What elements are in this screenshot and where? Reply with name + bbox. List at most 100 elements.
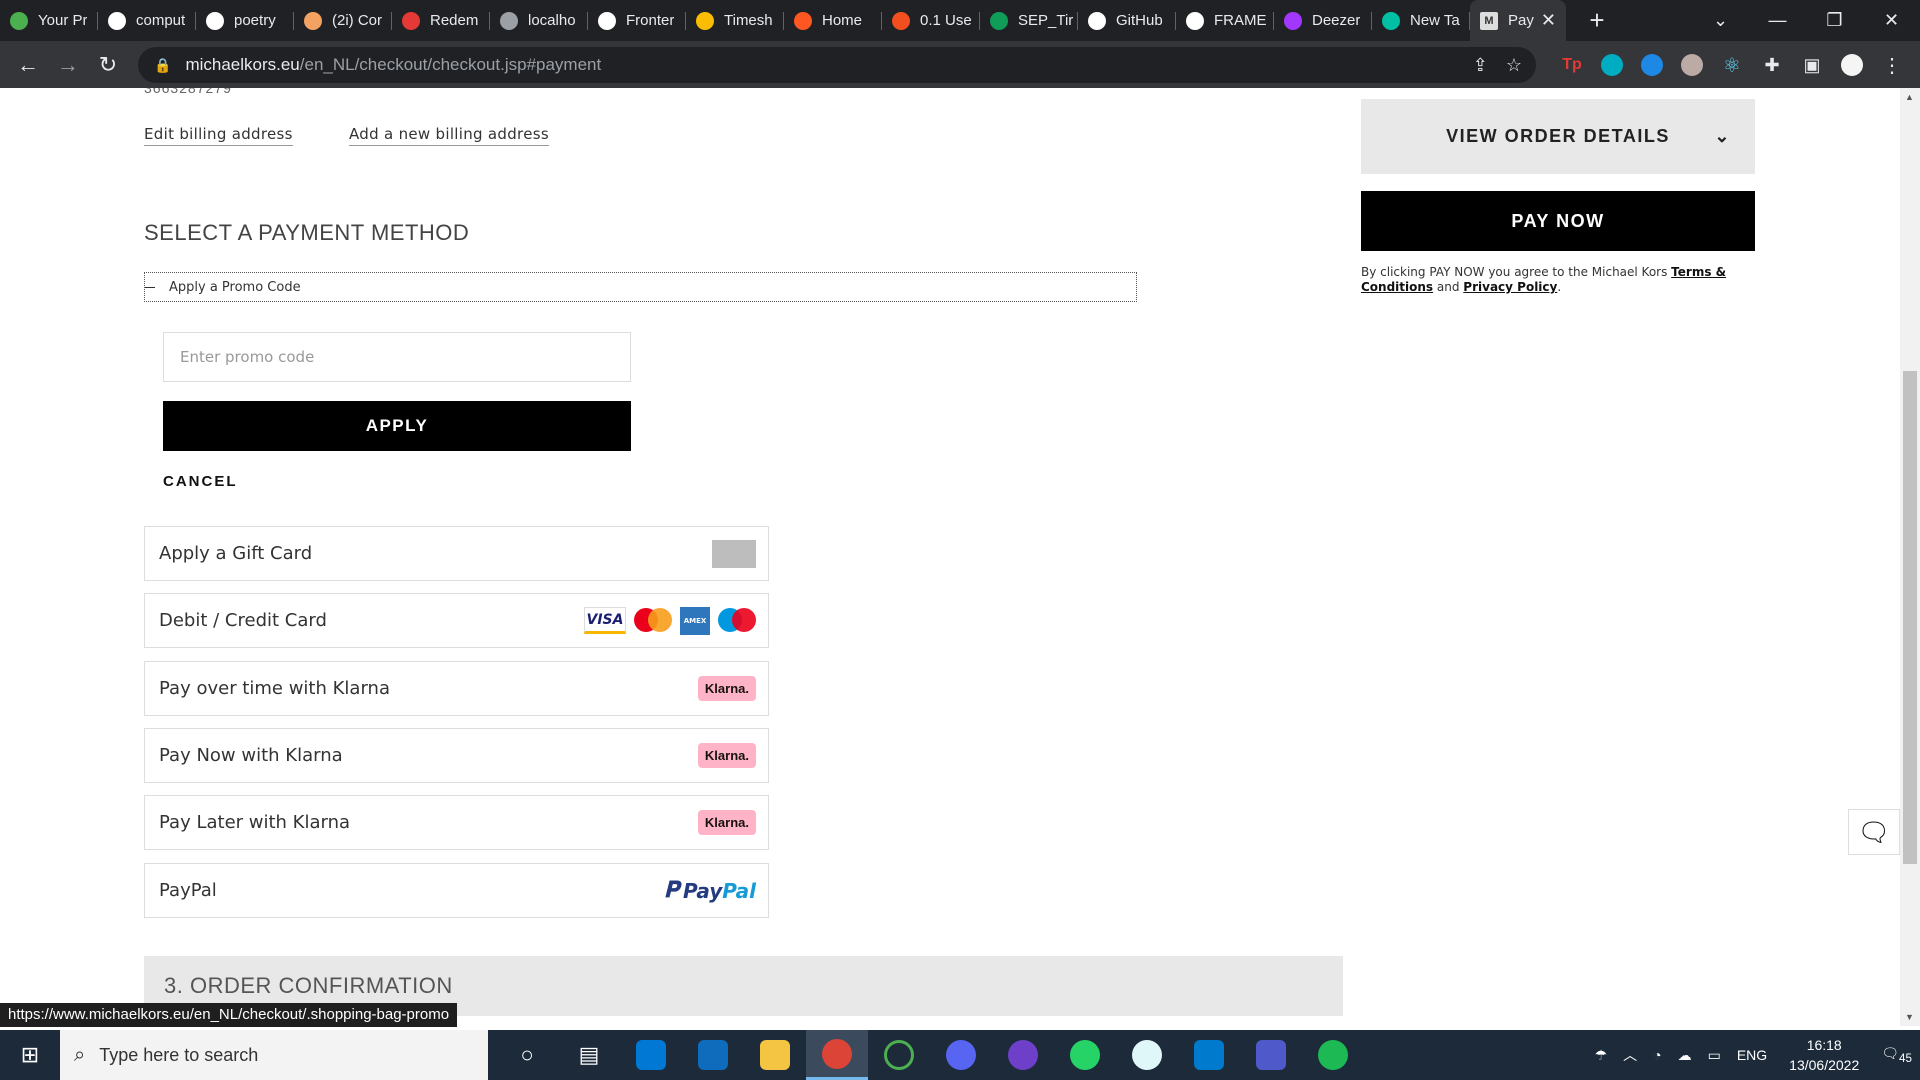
browser-tab[interactable]: SEP_Tir — [980, 0, 1078, 41]
calendar-icon[interactable] — [620, 1030, 682, 1080]
language-indicator[interactable]: ENG — [1737, 1047, 1767, 1063]
teams-icon[interactable] — [1240, 1030, 1302, 1080]
extensions-puzzle-icon[interactable]: ✚ — [1752, 55, 1792, 76]
extension-react-icon[interactable]: ⚛ — [1712, 53, 1752, 78]
whatsapp-icon[interactable] — [1054, 1030, 1116, 1080]
add-billing-address-link[interactable]: Add a new billing address — [349, 125, 549, 146]
bookmark-star-icon[interactable]: ☆ — [1506, 55, 1522, 76]
browser-tab[interactable]: poetry — [196, 0, 294, 41]
tab-title: Home — [822, 12, 863, 29]
browser-tab[interactable]: New Ta — [1372, 0, 1470, 41]
network-icon[interactable]: ◔ — [1653, 1047, 1661, 1063]
payment-method-klarna-now[interactable]: Pay Now with Klarna Klarna. — [144, 728, 769, 783]
page-content: 3663287279 Edit billing address Add a ne… — [0, 88, 1920, 1026]
share-icon[interactable]: ⇪ — [1473, 55, 1488, 76]
tab-search-icon[interactable]: ⌄ — [1692, 10, 1749, 31]
edit-billing-address-link[interactable]: Edit billing address — [144, 125, 293, 146]
tray-chevron-icon[interactable]: ︿ — [1623, 1045, 1637, 1065]
back-button[interactable]: ← — [8, 52, 48, 78]
leaf-icon — [10, 11, 28, 30]
discord-icon[interactable] — [930, 1030, 992, 1080]
tab-title: Redem — [430, 12, 479, 29]
promo-code-input[interactable] — [163, 332, 631, 382]
lock-icon[interactable]: 🔒 — [154, 57, 171, 74]
scroll-up-arrow[interactable]: ▲ — [1905, 92, 1914, 102]
payment-method-heading: SELECT A PAYMENT METHOD — [144, 220, 470, 245]
payment-method-card[interactable]: Debit / Credit Card VISA AMEX — [144, 593, 769, 648]
browser-tab[interactable]: Fronter — [588, 0, 686, 41]
payment-method-gift-card[interactable]: Apply a Gift Card — [144, 526, 769, 581]
mastercard-logo — [634, 606, 672, 636]
chrome-menu-icon[interactable]: ⋮ — [1872, 53, 1912, 78]
outlook-icon[interactable] — [682, 1030, 744, 1080]
task-view-icon[interactable]: ▤ — [558, 1030, 620, 1080]
tab-title: poetry — [234, 12, 276, 29]
payment-method-label: Apply a Gift Card — [159, 543, 313, 564]
cortana-icon[interactable]: ○ — [496, 1030, 558, 1080]
tab-title: GitHub — [1116, 12, 1163, 29]
klarna-logo: Klarna. — [697, 810, 756, 835]
forward-button[interactable]: → — [48, 52, 88, 78]
spotify-icon[interactable] — [1302, 1030, 1364, 1080]
privacy-policy-link[interactable]: Privacy Policy — [1463, 280, 1557, 294]
vscode-icon[interactable] — [1178, 1030, 1240, 1080]
reload-button[interactable]: ↻ — [88, 52, 128, 78]
weather-icon[interactable]: ☂ — [1595, 1047, 1608, 1064]
view-order-details-button[interactable]: VIEW ORDER DETAILS ⌄ — [1361, 99, 1755, 174]
ring-icon — [794, 11, 812, 30]
side-panel-icon[interactable]: ▣ — [1792, 55, 1832, 76]
battery-icon[interactable]: ▭ — [1708, 1047, 1721, 1064]
notifications-icon[interactable]: 🗨45 — [1881, 1045, 1912, 1065]
tab-active[interactable]: M Pay ✕ — [1470, 0, 1566, 41]
pay-now-button[interactable]: PAY NOW — [1361, 191, 1755, 251]
new-tab-button[interactable]: + — [1582, 5, 1612, 36]
browser-tab[interactable]: Redem — [392, 0, 490, 41]
browser-tab[interactable]: localho — [490, 0, 588, 41]
file-explorer-icon[interactable] — [744, 1030, 806, 1080]
taskbar-search[interactable]: ⌕ Type here to search — [60, 1030, 488, 1080]
tab-title: 0.1 Use — [920, 12, 972, 29]
browser-tab[interactable]: Deezer — [1274, 0, 1372, 41]
page-scrollbar[interactable]: ▲ ▼ — [1900, 88, 1920, 1026]
extension-face-icon[interactable] — [1672, 54, 1712, 76]
minus-icon — [145, 286, 155, 288]
extension-de-icon[interactable] — [1632, 54, 1672, 76]
scrollbar-thumb[interactable] — [1903, 371, 1917, 864]
github-desktop-icon[interactable] — [992, 1030, 1054, 1080]
browser-tab[interactable]: 0.1 Use — [882, 0, 980, 41]
promo-code-toggle[interactable]: Apply a Promo Code — [144, 272, 1137, 302]
cancel-promo-button[interactable]: CANCEL — [163, 473, 238, 490]
chrome-icon[interactable] — [806, 1030, 868, 1080]
browser-tab[interactable]: (2i) Cor — [294, 0, 392, 41]
browser-tab[interactable]: Timesh — [686, 0, 784, 41]
loader-app-icon[interactable] — [868, 1030, 930, 1080]
url-text[interactable]: michaelkors.eu/en_NL/checkout/checkout.j… — [185, 55, 601, 75]
link-status-bubble: https://www.michaelkors.eu/en_NL/checkou… — [0, 1003, 458, 1027]
browser-tab[interactable]: Home — [784, 0, 882, 41]
scroll-down-arrow[interactable]: ▼ — [1905, 1012, 1914, 1022]
minimize-button[interactable]: — — [1749, 10, 1806, 31]
omnibox-actions: ⇪ ☆ — [1473, 47, 1522, 83]
payment-method-paypal[interactable]: PayPal 𝐏 PayPal — [144, 863, 769, 918]
klarna-logo: Klarna. — [697, 743, 756, 768]
browser-tab[interactable]: Your Pr — [0, 0, 98, 41]
address-bar[interactable]: 🔒 michaelkors.eu/en_NL/checkout/checkout… — [138, 47, 1536, 83]
extension-tp-icon[interactable]: Tp — [1552, 56, 1592, 74]
payment-method-klarna-later[interactable]: Pay Later with Klarna Klarna. — [144, 795, 769, 850]
paypal-logo-pay: Pay — [682, 878, 723, 903]
restore-button[interactable]: ❐ — [1806, 10, 1863, 31]
close-window-button[interactable]: ✕ — [1863, 10, 1920, 31]
clock[interactable]: 16:18 13/06/2022 — [1789, 1035, 1859, 1075]
arc-app-icon[interactable] — [1116, 1030, 1178, 1080]
windows-start-icon[interactable]: ⊞ — [0, 1030, 60, 1080]
profile-avatar[interactable] — [1832, 54, 1872, 76]
apply-promo-button[interactable]: APPLY — [163, 401, 631, 451]
browser-tab[interactable]: FRAME — [1176, 0, 1274, 41]
payment-method-klarna-over-time[interactable]: Pay over time with Klarna Klarna. — [144, 661, 769, 716]
browser-tab[interactable]: comput — [98, 0, 196, 41]
close-icon[interactable]: ✕ — [1541, 10, 1556, 31]
onedrive-icon[interactable]: ☁ — [1678, 1047, 1692, 1064]
chat-icon[interactable]: 🗨 — [1848, 809, 1900, 855]
extension-arc-icon[interactable] — [1592, 54, 1632, 76]
browser-tab[interactable]: GitHub — [1078, 0, 1176, 41]
